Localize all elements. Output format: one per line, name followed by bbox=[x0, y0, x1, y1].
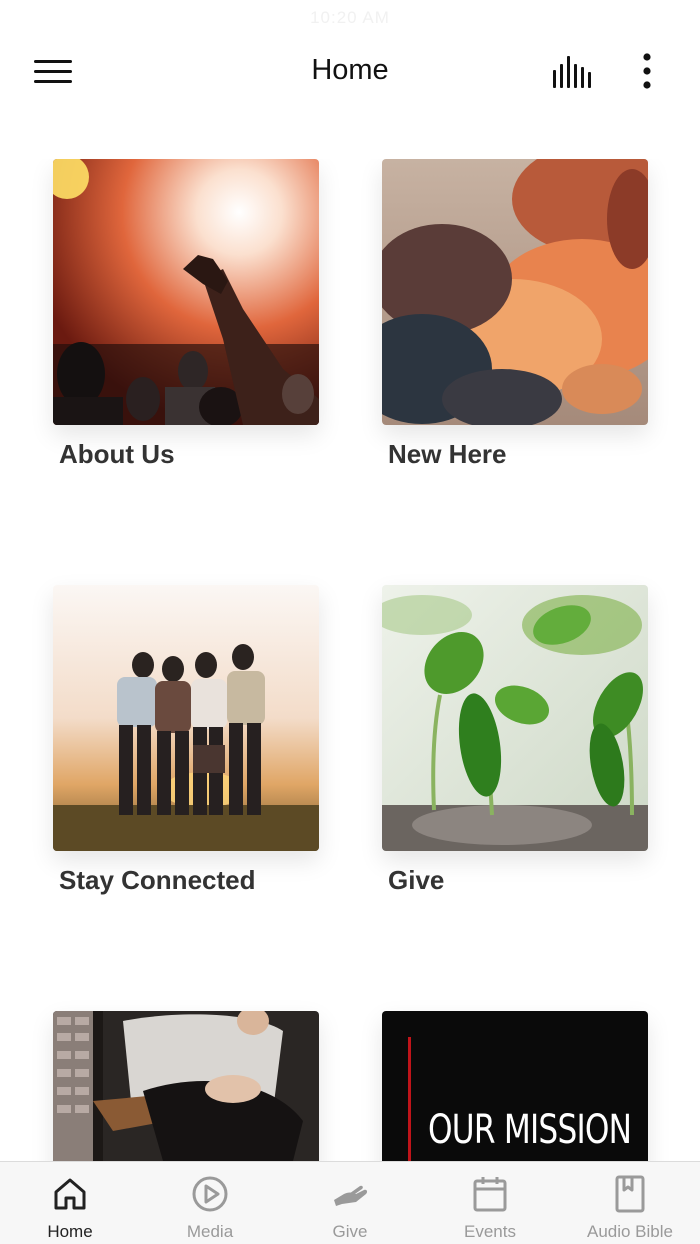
calendar-icon bbox=[473, 1177, 507, 1212]
play-circle-icon bbox=[192, 1176, 228, 1212]
tab-label: Give bbox=[332, 1222, 368, 1241]
tab-label: Audio Bible bbox=[586, 1222, 673, 1241]
tab-label: Events bbox=[464, 1222, 516, 1241]
bottom-tab-bar: Home Media Give Events Audio Bible bbox=[0, 1161, 700, 1244]
home-icon bbox=[54, 1178, 86, 1210]
audio-bars-icon[interactable] bbox=[552, 56, 592, 88]
tile-label: Give bbox=[388, 865, 445, 895]
tab-events[interactable]: Events bbox=[420, 1162, 560, 1244]
tab-label: Media bbox=[186, 1222, 234, 1241]
sunset-clouds-photo bbox=[382, 159, 648, 425]
tile-new-here[interactable]: New Here bbox=[382, 159, 648, 470]
bible-book-icon bbox=[615, 1175, 645, 1213]
mission-red-line bbox=[408, 1037, 411, 1161]
worship-concert-photo bbox=[53, 159, 319, 425]
tile-our-mission[interactable]: OUR MISSION bbox=[382, 1011, 648, 1161]
tile-label: Stay Connected bbox=[59, 865, 256, 895]
tab-media[interactable]: Media bbox=[140, 1162, 280, 1244]
tab-give[interactable]: Give bbox=[280, 1162, 420, 1244]
status-time: 10:20 AM bbox=[310, 8, 390, 27]
top-navigation-bar: Home bbox=[0, 36, 700, 108]
tile-stay-connected[interactable]: Stay Connected bbox=[53, 585, 319, 896]
status-bar: 10:20 AM bbox=[0, 0, 700, 36]
page-title: Home bbox=[311, 54, 389, 86]
tile-label: New Here bbox=[388, 439, 507, 469]
tile-give[interactable]: Give bbox=[382, 585, 648, 896]
tile-about-us[interactable]: About Us bbox=[53, 159, 319, 470]
mission-graphic-text: OUR MISSION bbox=[428, 1107, 632, 1153]
tile-label: About Us bbox=[59, 439, 175, 469]
plant-sprouts-photo bbox=[382, 585, 648, 851]
giving-hand-icon bbox=[334, 1185, 368, 1206]
man-sitting-photo bbox=[53, 1011, 319, 1161]
more-vertical-icon[interactable] bbox=[632, 52, 662, 90]
tile-photo-man[interactable] bbox=[53, 1011, 319, 1161]
tab-label: Home bbox=[47, 1222, 93, 1241]
our-mission-graphic: OUR MISSION bbox=[382, 1011, 648, 1161]
tab-audio-bible[interactable]: Audio Bible bbox=[560, 1162, 700, 1244]
home-tile-grid: About Us New Here Stay Connected Give OU… bbox=[0, 159, 700, 1161]
tab-home[interactable]: Home bbox=[0, 1162, 140, 1244]
friends-sunset-photo bbox=[53, 585, 319, 851]
